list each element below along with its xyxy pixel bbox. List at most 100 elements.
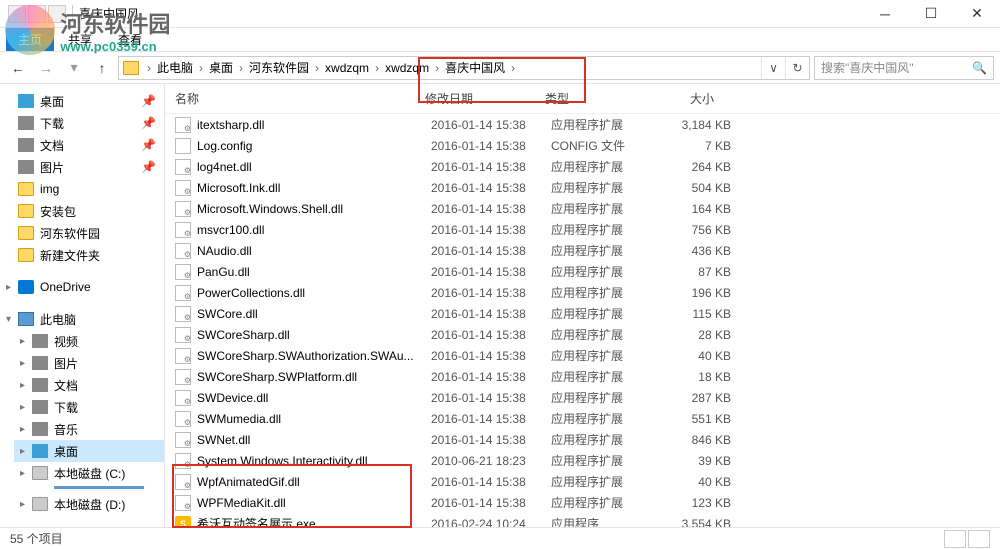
sidebar-item[interactable]: 河东软件园 — [0, 222, 164, 244]
history-dropdown[interactable]: ▾ — [62, 56, 86, 80]
file-name: Microsoft.Ink.dll — [197, 181, 431, 195]
column-headers: 名称 修改日期 类型 大小 — [165, 84, 1000, 114]
folder-icon — [18, 248, 34, 262]
forward-button[interactable]: → — [34, 56, 58, 80]
maximize-button[interactable]: ☐ — [908, 0, 954, 28]
breadcrumb-segment[interactable]: 河东软件园 — [245, 61, 313, 75]
column-date[interactable]: 修改日期 — [415, 90, 535, 107]
minimize-button[interactable]: ─ — [862, 0, 908, 28]
item-icon — [32, 334, 48, 348]
tab-share[interactable]: 共享 — [56, 28, 104, 51]
sidebar-item[interactable]: 桌面📌 — [0, 90, 164, 112]
sidebar-item[interactable]: ▸文档 — [14, 374, 164, 396]
dropdown-icon[interactable]: ∨ — [761, 57, 785, 79]
qat-icon[interactable] — [28, 5, 46, 23]
file-list-pane[interactable]: 名称 修改日期 类型 大小 itextsharp.dll 2016-01-14 … — [165, 84, 1000, 527]
file-date: 2016-01-14 15:38 — [431, 328, 551, 342]
file-date: 2016-01-14 15:38 — [431, 265, 551, 279]
breadcrumb-segment[interactable]: 此电脑 — [153, 61, 197, 75]
file-size: 3,554 KB — [661, 517, 751, 528]
file-size: 39 KB — [661, 454, 751, 468]
file-row[interactable]: PowerCollections.dll 2016-01-14 15:38 应用… — [165, 282, 1000, 303]
column-type[interactable]: 类型 — [535, 90, 645, 107]
sidebar-item[interactable]: 下载📌 — [0, 112, 164, 134]
file-row[interactable]: S 希沃互动签名展示.exe 2016-02-24 10:24 应用程序 3,5… — [165, 513, 1000, 527]
breadcrumb-segment[interactable]: 桌面 — [205, 61, 237, 75]
folder-icon — [18, 116, 34, 130]
file-row[interactable]: Microsoft.Ink.dll 2016-01-14 15:38 应用程序扩… — [165, 177, 1000, 198]
file-row[interactable]: WPFMediaKit.dll 2016-01-14 15:38 应用程序扩展 … — [165, 492, 1000, 513]
file-name: PowerCollections.dll — [197, 286, 431, 300]
column-name[interactable]: 名称 — [165, 90, 415, 107]
status-bar: 55 个项目 — [0, 527, 1000, 549]
navigation-pane[interactable]: 桌面📌下载📌文档📌图片📌img安装包河东软件园新建文件夹 ▸OneDrive ▾… — [0, 84, 165, 527]
file-row[interactable]: SWCoreSharp.SWPlatform.dll 2016-01-14 15… — [165, 366, 1000, 387]
file-name: log4net.dll — [197, 160, 431, 174]
file-name: SWDevice.dll — [197, 391, 431, 405]
sidebar-item[interactable]: 文档📌 — [0, 134, 164, 156]
file-row[interactable]: System.Windows.Interactivity.dll 2010-06… — [165, 450, 1000, 471]
file-date: 2016-01-14 15:38 — [431, 181, 551, 195]
file-row[interactable]: msvcr100.dll 2016-01-14 15:38 应用程序扩展 756… — [165, 219, 1000, 240]
address-bar[interactable]: › 此电脑›桌面›河东软件园›xwdzqm›xwdzqm›喜庆中国风› ∨ ↻ — [118, 56, 810, 80]
sidebar-item-label: 新建文件夹 — [40, 247, 100, 264]
file-type: 应用程序扩展 — [551, 158, 661, 175]
file-row[interactable]: SWCoreSharp.dll 2016-01-14 15:38 应用程序扩展 … — [165, 324, 1000, 345]
file-type: 应用程序扩展 — [551, 284, 661, 301]
sidebar-item[interactable]: img — [0, 178, 164, 200]
file-size: 40 KB — [661, 475, 751, 489]
file-row[interactable]: WpfAnimatedGif.dll 2016-01-14 15:38 应用程序… — [165, 471, 1000, 492]
sidebar-this-pc[interactable]: ▾此电脑 — [0, 308, 164, 330]
file-row[interactable]: NAudio.dll 2016-01-14 15:38 应用程序扩展 436 K… — [165, 240, 1000, 261]
sidebar-item[interactable]: 新建文件夹 — [0, 244, 164, 266]
view-icons-button[interactable] — [968, 530, 990, 548]
file-size: 196 KB — [661, 286, 751, 300]
folder-icon — [18, 94, 34, 108]
breadcrumb-segment[interactable]: 喜庆中国风 — [441, 61, 509, 75]
search-placeholder: 搜索"喜庆中国风" — [821, 59, 914, 76]
file-row[interactable]: Log.config 2016-01-14 15:38 CONFIG 文件 7 … — [165, 135, 1000, 156]
tab-view[interactable]: 查看 — [106, 28, 154, 51]
sidebar-item[interactable]: ▸本地磁盘 (D:) — [14, 493, 164, 515]
back-button[interactable]: ← — [6, 56, 30, 80]
refresh-button[interactable]: ↻ — [785, 57, 809, 79]
sidebar-item[interactable]: ▸图片 — [14, 352, 164, 374]
qat-icon[interactable] — [8, 5, 26, 23]
file-row[interactable]: log4net.dll 2016-01-14 15:38 应用程序扩展 264 … — [165, 156, 1000, 177]
sidebar-item[interactable]: 安装包 — [0, 200, 164, 222]
file-row[interactable]: SWNet.dll 2016-01-14 15:38 应用程序扩展 846 KB — [165, 429, 1000, 450]
column-size[interactable]: 大小 — [645, 90, 735, 107]
close-button[interactable]: ✕ — [954, 0, 1000, 28]
sidebar-item[interactable]: ▸音乐 — [14, 418, 164, 440]
file-size: 756 KB — [661, 223, 751, 237]
tab-home[interactable]: 主页 — [6, 28, 54, 51]
file-name: Microsoft.Windows.Shell.dll — [197, 202, 431, 216]
file-row[interactable]: SWCore.dll 2016-01-14 15:38 应用程序扩展 115 K… — [165, 303, 1000, 324]
file-row[interactable]: SWMumedia.dll 2016-01-14 15:38 应用程序扩展 55… — [165, 408, 1000, 429]
sidebar-item[interactable]: 图片📌 — [0, 156, 164, 178]
sidebar-onedrive[interactable]: ▸OneDrive — [0, 276, 164, 298]
sidebar-item[interactable]: ▸下载 — [14, 396, 164, 418]
file-row[interactable]: SWCoreSharp.SWAuthorization.SWAu... 2016… — [165, 345, 1000, 366]
file-row[interactable]: SWDevice.dll 2016-01-14 15:38 应用程序扩展 287… — [165, 387, 1000, 408]
file-name: System.Windows.Interactivity.dll — [197, 454, 431, 468]
breadcrumb-segment[interactable]: xwdzqm — [381, 61, 433, 75]
file-date: 2016-01-14 15:38 — [431, 349, 551, 363]
sidebar-item[interactable]: ▸本地磁盘 (C:) — [14, 462, 164, 484]
file-row[interactable]: PanGu.dll 2016-01-14 15:38 应用程序扩展 87 KB — [165, 261, 1000, 282]
view-details-button[interactable] — [944, 530, 966, 548]
breadcrumb-segment[interactable]: xwdzqm — [321, 61, 373, 75]
dll-icon — [175, 474, 191, 490]
search-input[interactable]: 搜索"喜庆中国风" 🔍 — [814, 56, 994, 80]
dll-icon — [175, 285, 191, 301]
file-row[interactable]: Microsoft.Windows.Shell.dll 2016-01-14 1… — [165, 198, 1000, 219]
file-name: 希沃互动签名展示.exe — [197, 515, 431, 527]
up-button[interactable]: ↑ — [90, 56, 114, 80]
file-row[interactable]: itextsharp.dll 2016-01-14 15:38 应用程序扩展 3… — [165, 114, 1000, 135]
file-name: msvcr100.dll — [197, 223, 431, 237]
qat-icon[interactable] — [48, 5, 66, 23]
dll-icon — [175, 159, 191, 175]
sidebar-item[interactable]: ▸视频 — [14, 330, 164, 352]
dll-icon — [175, 348, 191, 364]
sidebar-item[interactable]: ▸桌面 — [14, 440, 164, 462]
